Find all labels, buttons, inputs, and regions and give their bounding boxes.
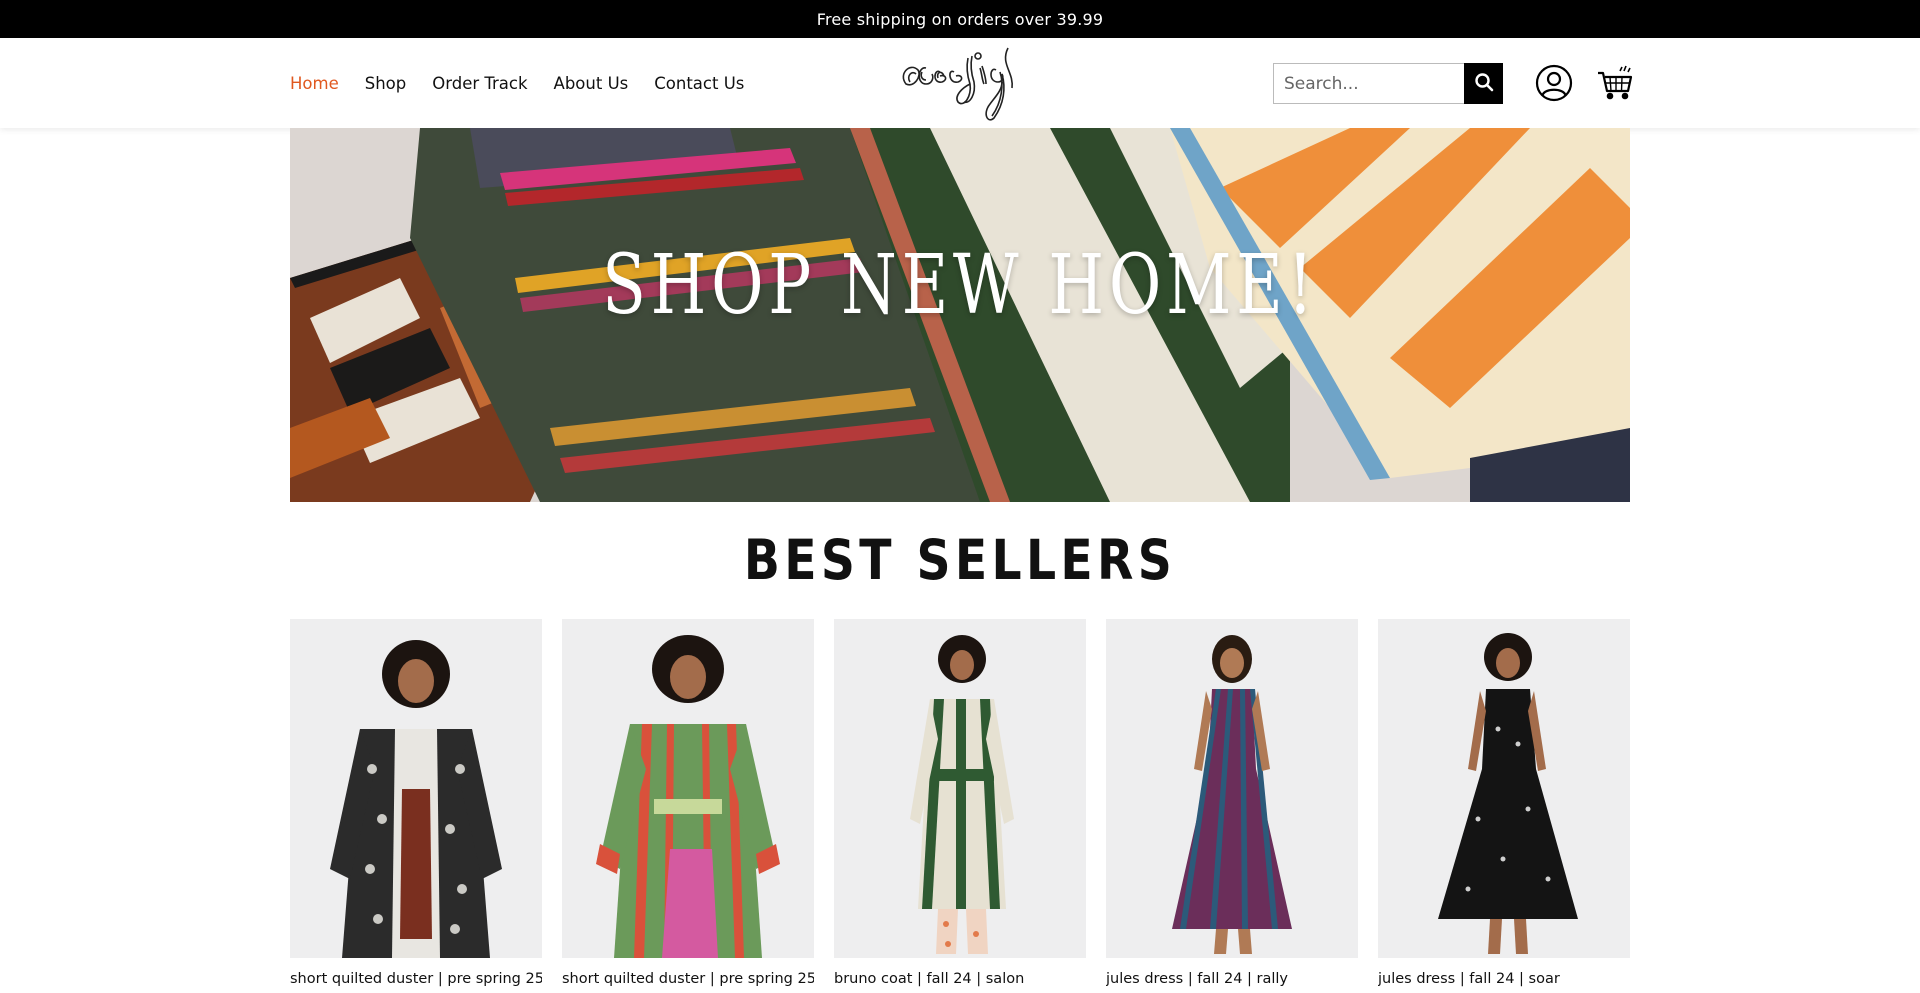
search-button[interactable] [1464,63,1503,104]
product-card[interactable]: short quilted duster | pre spring 25 [290,619,542,993]
nav-shop[interactable]: Shop [365,74,407,93]
product-image[interactable] [1378,619,1630,958]
nav-home[interactable]: Home [290,74,339,93]
product-card[interactable]: jules dress | fall 24 | soar [1378,619,1630,993]
product-image[interactable] [290,619,542,958]
hero-title: SHOP NEW HOME! [602,238,1318,333]
nav-contact-us[interactable]: Contact Us [654,74,744,93]
search-icon [1474,72,1494,95]
account-icon [1535,64,1573,106]
product-name[interactable]: short quilted duster | pre spring 25 [290,971,542,987]
best-sellers-heading: BEST SELLERS [743,528,1177,592]
product-card[interactable]: jules dress | fall 24 | rally [1106,619,1358,993]
cart-icon [1596,65,1634,105]
product-image[interactable] [834,619,1086,958]
cart-button[interactable] [1596,63,1634,101]
nav-about-us[interactable]: About Us [554,74,629,93]
product-name[interactable]: jules dress | fall 24 | rally [1106,971,1358,987]
brand-logo[interactable] [896,44,1026,126]
product-card[interactable]: short quilted duster | pre spring 25 [562,619,814,993]
best-sellers-grid: short quilted duster | pre spring 25 sho… [290,619,1630,993]
product-image[interactable] [1106,619,1358,958]
account-button[interactable] [1535,64,1573,102]
search-bar [1273,63,1503,104]
search-input[interactable] [1273,63,1464,104]
product-card[interactable]: bruno coat | fall 24 | salon [834,619,1086,993]
product-name[interactable]: short quilted duster | pre spring 25 [562,971,814,987]
nav-order-track[interactable]: Order Track [432,74,527,93]
hero-banner[interactable]: SHOP NEW HOME! [290,128,1630,502]
main-nav: Home Shop Order Track About Us Contact U… [290,38,744,128]
announcement-bar: Free shipping on orders over 39.99 [0,0,1920,38]
announcement-text: Free shipping on orders over 39.99 [816,9,1104,29]
product-name[interactable]: bruno coat | fall 24 | salon [834,971,1086,987]
site-header: Home Shop Order Track About Us Contact U… [0,38,1920,128]
product-name[interactable]: jules dress | fall 24 | soar [1378,971,1630,987]
product-image[interactable] [562,619,814,958]
